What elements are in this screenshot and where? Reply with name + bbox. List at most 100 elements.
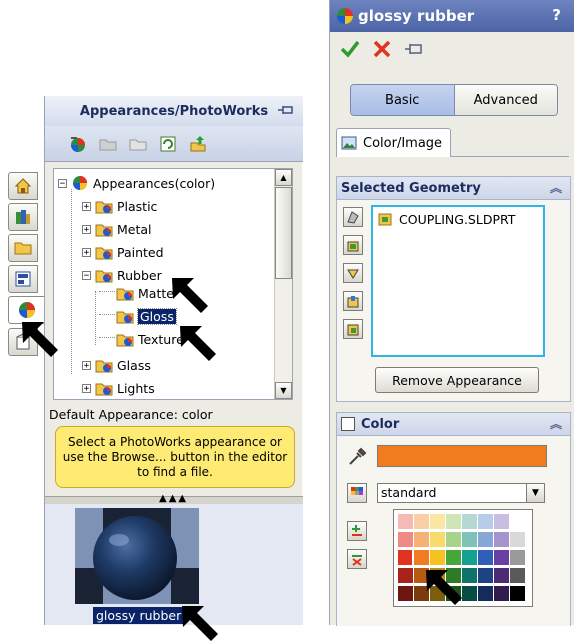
remove-swatch-button[interactable] bbox=[347, 549, 367, 569]
select-part-button[interactable] bbox=[343, 235, 363, 255]
open-folder-icon[interactable] bbox=[99, 135, 117, 153]
appearance-folder-icon bbox=[116, 334, 134, 347]
collapse-icon[interactable]: ︽ bbox=[550, 415, 562, 432]
palette-swatch[interactable] bbox=[414, 532, 429, 547]
palette-swatch[interactable] bbox=[462, 514, 477, 529]
help-button[interactable]: ? bbox=[552, 6, 561, 24]
new-folder-icon[interactable] bbox=[129, 135, 147, 153]
palette-swatch[interactable] bbox=[478, 568, 493, 583]
palette-swatch[interactable] bbox=[510, 514, 525, 529]
tab-color-image[interactable]: Color/Image bbox=[336, 128, 452, 157]
collapse-icon[interactable]: ︽ bbox=[550, 179, 562, 196]
annotation-arrow bbox=[172, 278, 208, 313]
tree-item-lights[interactable]: + Lights bbox=[82, 378, 155, 398]
palette-swatch[interactable] bbox=[446, 532, 461, 547]
palette-swatch[interactable] bbox=[446, 514, 461, 529]
select-body-button[interactable] bbox=[343, 319, 363, 339]
palette-swatch[interactable] bbox=[510, 532, 525, 547]
palette-swatch[interactable] bbox=[494, 532, 509, 547]
tree-item-label: Texture bbox=[138, 331, 184, 347]
palette-swatch[interactable] bbox=[494, 514, 509, 529]
tab-file-explorer[interactable] bbox=[8, 234, 38, 262]
palette-swatch[interactable] bbox=[412, 548, 431, 567]
palette-swatch[interactable] bbox=[510, 568, 525, 583]
tab-advanced[interactable]: Advanced bbox=[453, 85, 557, 115]
palette-swatch[interactable] bbox=[478, 514, 493, 529]
tree-item-plastic[interactable]: + Plastic bbox=[82, 196, 157, 216]
palette-swatch[interactable] bbox=[478, 550, 493, 565]
tab-view-palette[interactable] bbox=[8, 265, 38, 293]
tree-item-rubber[interactable]: − Rubber bbox=[82, 265, 162, 285]
palette-swatch[interactable] bbox=[478, 586, 493, 601]
eyedropper-icon[interactable] bbox=[347, 447, 367, 467]
palette-swatch[interactable] bbox=[430, 550, 445, 565]
section-header[interactable]: Color ︽ bbox=[337, 413, 570, 436]
tab-home[interactable] bbox=[8, 172, 38, 200]
up-level-icon[interactable] bbox=[189, 135, 207, 153]
collapse-toggle[interactable]: − bbox=[82, 270, 91, 280]
palette-swatch[interactable] bbox=[478, 532, 493, 547]
list-item[interactable]: COUPLING.SLDPRT bbox=[377, 211, 515, 227]
checkmark-icon[interactable] bbox=[340, 39, 360, 59]
palette-swatch[interactable] bbox=[494, 550, 509, 565]
expand-toggle[interactable]: + bbox=[82, 224, 91, 234]
palette-swatch[interactable] bbox=[462, 532, 477, 547]
palette-swatch[interactable] bbox=[430, 514, 445, 529]
appearance-add-icon[interactable] bbox=[69, 135, 87, 153]
pin-icon[interactable] bbox=[277, 103, 295, 117]
tree-item-texture[interactable]: Texture bbox=[116, 329, 184, 349]
tree-root[interactable]: − Appearances(color) bbox=[58, 173, 215, 193]
palette-select[interactable]: standard ▼ bbox=[377, 483, 545, 503]
home-icon bbox=[14, 178, 32, 194]
scroll-down-button[interactable]: ▼ bbox=[275, 382, 292, 399]
palette-swatch[interactable] bbox=[494, 586, 509, 601]
list-item-label: COUPLING.SLDPRT bbox=[399, 211, 516, 227]
tab-color-image-label: Color/Image bbox=[363, 135, 443, 151]
palette-swatch[interactable] bbox=[414, 514, 429, 529]
palette-swatch[interactable] bbox=[494, 568, 509, 583]
tree-item-painted[interactable]: + Painted bbox=[82, 242, 164, 262]
tree-item-matte[interactable]: Matte bbox=[116, 283, 174, 303]
palette-swatch[interactable] bbox=[430, 532, 445, 547]
body-filter-icon bbox=[347, 324, 359, 336]
expand-toggle[interactable]: + bbox=[82, 201, 91, 211]
appearance-preview-image[interactable] bbox=[75, 508, 199, 604]
palette-swatch[interactable] bbox=[462, 550, 477, 565]
collapse-toggle[interactable]: − bbox=[58, 178, 67, 188]
expand-toggle[interactable]: + bbox=[82, 383, 91, 393]
palette-swatch[interactable] bbox=[510, 586, 525, 601]
expand-toggle[interactable]: + bbox=[82, 360, 91, 370]
tab-design-library[interactable] bbox=[8, 203, 38, 231]
expand-toggle[interactable]: + bbox=[82, 247, 91, 257]
palette-swatch[interactable] bbox=[398, 568, 413, 583]
palette-swatch[interactable] bbox=[398, 532, 413, 547]
select-feature-button[interactable] bbox=[343, 291, 363, 311]
palette-swatch[interactable] bbox=[510, 550, 525, 565]
pin-icon[interactable] bbox=[404, 41, 424, 57]
tree-item-glass[interactable]: + Glass bbox=[82, 355, 151, 375]
tree-item-metal[interactable]: + Metal bbox=[82, 219, 152, 239]
palette-swatch[interactable] bbox=[398, 514, 413, 529]
palette-options-button[interactable] bbox=[347, 483, 367, 503]
palette-swatch[interactable] bbox=[398, 586, 413, 601]
scroll-thumb[interactable] bbox=[275, 187, 292, 279]
section-header[interactable]: Selected Geometry ︽ bbox=[337, 177, 570, 200]
add-swatch-button[interactable] bbox=[347, 521, 367, 541]
hint-box: Select a PhotoWorks appearance or use th… bbox=[55, 426, 295, 488]
select-face-button[interactable] bbox=[343, 263, 363, 283]
tab-basic[interactable]: Basic bbox=[351, 85, 454, 115]
refresh-icon[interactable] bbox=[159, 135, 177, 153]
palette-swatch[interactable] bbox=[446, 550, 461, 565]
color-checkbox[interactable] bbox=[341, 417, 355, 431]
palette-swatch[interactable] bbox=[398, 550, 413, 565]
chevron-down-icon[interactable]: ▼ bbox=[526, 484, 544, 502]
remove-appearance-button[interactable]: Remove Appearance bbox=[375, 367, 539, 393]
cancel-icon[interactable] bbox=[372, 39, 392, 59]
scroll-up-button[interactable]: ▲ bbox=[275, 169, 292, 186]
appearance-folder-icon bbox=[95, 247, 113, 260]
tree-item-gloss[interactable]: Gloss bbox=[116, 306, 177, 326]
selected-geometry-list[interactable]: COUPLING.SLDPRT bbox=[371, 205, 545, 357]
color-swatch[interactable] bbox=[377, 445, 547, 467]
tree-scrollbar[interactable]: ▲ ▼ bbox=[274, 169, 292, 399]
select-component-button[interactable] bbox=[343, 207, 363, 227]
